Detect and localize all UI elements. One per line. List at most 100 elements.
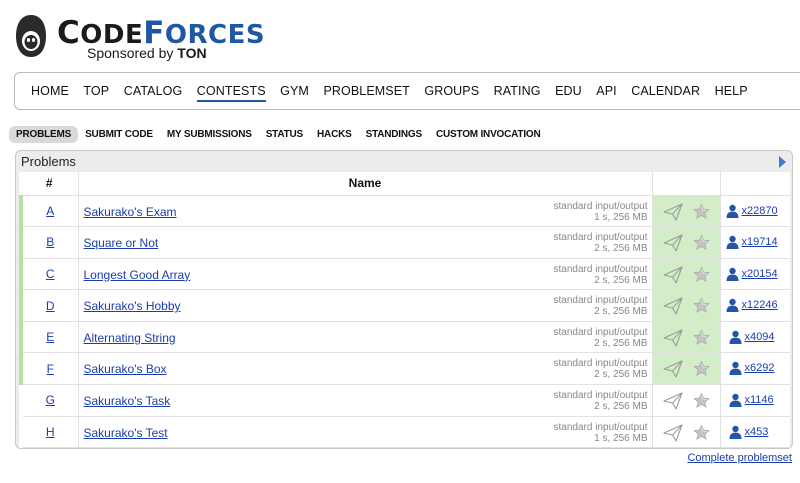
problem-limits: standard input/output 2 s, 256 MB	[554, 390, 648, 412]
paper-plane-icon[interactable]	[662, 329, 683, 347]
main-menu: HOME TOP CATALOG CONTESTS GYM PROBLEMSET…	[14, 72, 800, 110]
problem-solvers-cell: x6292	[720, 352, 790, 386]
problem-limits: standard input/output 2 s, 256 MB	[554, 232, 648, 254]
solvers-count-link[interactable]: x6292	[745, 362, 775, 374]
menu-item-calendar[interactable]: CALENDAR	[631, 84, 700, 102]
problem-io: standard input/output	[553, 232, 648, 244]
user-icon	[729, 330, 742, 344]
codeforces-logo-icon[interactable]	[13, 14, 49, 58]
problem-name-link[interactable]: Sakurako's Test	[84, 426, 168, 440]
problem-limits: standard input/output 2 s, 256 MB	[554, 358, 648, 380]
problem-index-link[interactable]: A	[46, 204, 54, 218]
solvers-count-link[interactable]: x20154	[742, 268, 778, 280]
menu-item-contests[interactable]: CONTESTS	[196, 84, 266, 102]
problem-solvers-cell: x12246	[720, 289, 790, 322]
star-icon[interactable]	[692, 329, 710, 346]
menu-item-problemset[interactable]: PROBLEMSET	[323, 84, 409, 102]
problem-limits: standard input/output 2 s, 256 MB	[554, 295, 648, 317]
menu-item-top[interactable]: TOP	[83, 84, 109, 102]
solvers-count-link[interactable]: x22870	[742, 205, 778, 217]
problem-index-cell: H	[19, 416, 79, 449]
solvers-count-link[interactable]: x12246	[742, 299, 778, 311]
problem-name-link[interactable]: Sakurako's Exam	[84, 205, 177, 219]
menu-item-gym[interactable]: GYM	[280, 84, 309, 102]
solvers-count-link[interactable]: x4094	[745, 331, 775, 343]
problem-io: standard input/output	[553, 390, 648, 402]
problem-io: standard input/output	[553, 263, 648, 275]
problem-actions-cell	[652, 258, 721, 291]
user-icon	[726, 235, 739, 250]
solvers-count-link[interactable]: x19714	[742, 236, 778, 248]
solvers-count-link[interactable]: x453	[745, 426, 769, 438]
menu-item-api[interactable]: API	[596, 84, 616, 102]
star-icon[interactable]	[692, 360, 710, 377]
column-header-actions	[652, 172, 721, 196]
problem-index-link[interactable]: E	[46, 330, 54, 344]
problem-actions-cell	[652, 289, 721, 322]
complete-problemset-link[interactable]: Complete problemset	[687, 452, 792, 464]
paper-plane-icon[interactable]	[662, 424, 683, 442]
tab-problems[interactable]: PROBLEMS	[9, 126, 79, 143]
menu-item-groups[interactable]: GROUPS	[424, 84, 479, 102]
tab-standings[interactable]: STANDINGS	[359, 126, 429, 143]
menu-item-rating[interactable]: RATING	[494, 84, 541, 102]
problem-solvers-cell: x4094	[720, 321, 790, 354]
problem-index-link[interactable]: B	[46, 235, 54, 249]
paper-plane-icon[interactable]	[662, 266, 683, 284]
user-icon	[729, 361, 742, 376]
problem-name-cell: Sakurako's Hobby standard input/output 2 s…	[78, 289, 653, 322]
solvers-count-link[interactable]: x1146	[745, 394, 774, 406]
menu-item-home[interactable]: HOME	[31, 84, 69, 102]
tab-status[interactable]: STATUS	[259, 126, 310, 143]
problem-io: standard input/output	[553, 200, 648, 212]
problem-name-link[interactable]: Sakurako's Hobby	[84, 299, 181, 313]
paper-plane-icon[interactable]	[662, 297, 683, 315]
paper-plane-icon[interactable]	[662, 234, 683, 252]
problem-name-link[interactable]: Sakurako's Task	[84, 394, 171, 408]
star-icon[interactable]	[692, 297, 710, 314]
star-icon[interactable]	[692, 202, 710, 220]
problem-index-link[interactable]: D	[46, 299, 55, 313]
problem-name-link[interactable]: Longest Good Array	[84, 268, 191, 282]
paper-plane-icon[interactable]	[662, 392, 683, 410]
table-header-row: # Name	[21, 172, 790, 196]
tab-submit-code[interactable]: SUBMIT CODE	[78, 126, 160, 143]
expand-arrow-icon[interactable]	[779, 156, 786, 168]
user-icon	[726, 298, 739, 313]
problem-io: standard input/output	[553, 358, 648, 370]
problem-name-link[interactable]: Sakurako's Box	[84, 362, 167, 376]
problem-name-link[interactable]: Square or Not	[84, 236, 159, 250]
tab-my-submissions[interactable]: MY SUBMISSIONS	[160, 126, 259, 143]
star-icon[interactable]	[692, 266, 710, 283]
tab-custom-invocation[interactable]: CUSTOM INVOCATION	[429, 126, 548, 143]
problem-limits: standard input/output 2 s, 256 MB	[554, 264, 648, 286]
star-icon[interactable]	[692, 392, 710, 409]
problem-index-link[interactable]: F	[47, 362, 54, 376]
menu-item-help[interactable]: HELP	[715, 84, 748, 102]
problem-io: standard input/output	[553, 421, 648, 433]
star-icon[interactable]	[692, 424, 710, 441]
problem-index-link[interactable]: C	[46, 267, 55, 281]
problem-name-cell: Sakurako's Box standard input/output 2 s, …	[78, 352, 653, 386]
problem-index-cell: A	[19, 195, 79, 228]
problem-index-link[interactable]: H	[46, 425, 55, 439]
problem-name-link[interactable]: Alternating String	[84, 331, 176, 345]
problem-time-memory: 2 s, 256 MB	[594, 337, 648, 349]
problem-io: standard input/output	[553, 295, 648, 307]
table-row: H Sakurako's Test standard input/output 1 s…	[19, 416, 790, 449]
problem-index-link[interactable]: G	[46, 393, 55, 407]
contest-submenu: PROBLEMS SUBMIT CODE MY SUBMISSIONS STAT…	[9, 126, 548, 143]
problem-solvers-cell: x453	[720, 416, 790, 449]
table-row: F Sakurako's Box standard input/output 2 s,…	[19, 352, 790, 386]
problem-actions-cell	[652, 416, 721, 449]
menu-item-edu[interactable]: EDU	[555, 84, 582, 102]
problem-solvers-cell: x22870	[720, 195, 790, 228]
paper-plane-icon[interactable]	[662, 202, 683, 221]
star-icon[interactable]	[692, 234, 710, 251]
paper-plane-icon[interactable]	[662, 360, 683, 379]
tab-hacks[interactable]: HACKS	[310, 126, 359, 143]
column-header-index: #	[21, 172, 79, 196]
menu-item-catalog[interactable]: CATALOG	[124, 84, 183, 102]
problem-time-memory: 1 s, 256 MB	[594, 432, 648, 444]
problem-actions-cell	[652, 195, 721, 228]
